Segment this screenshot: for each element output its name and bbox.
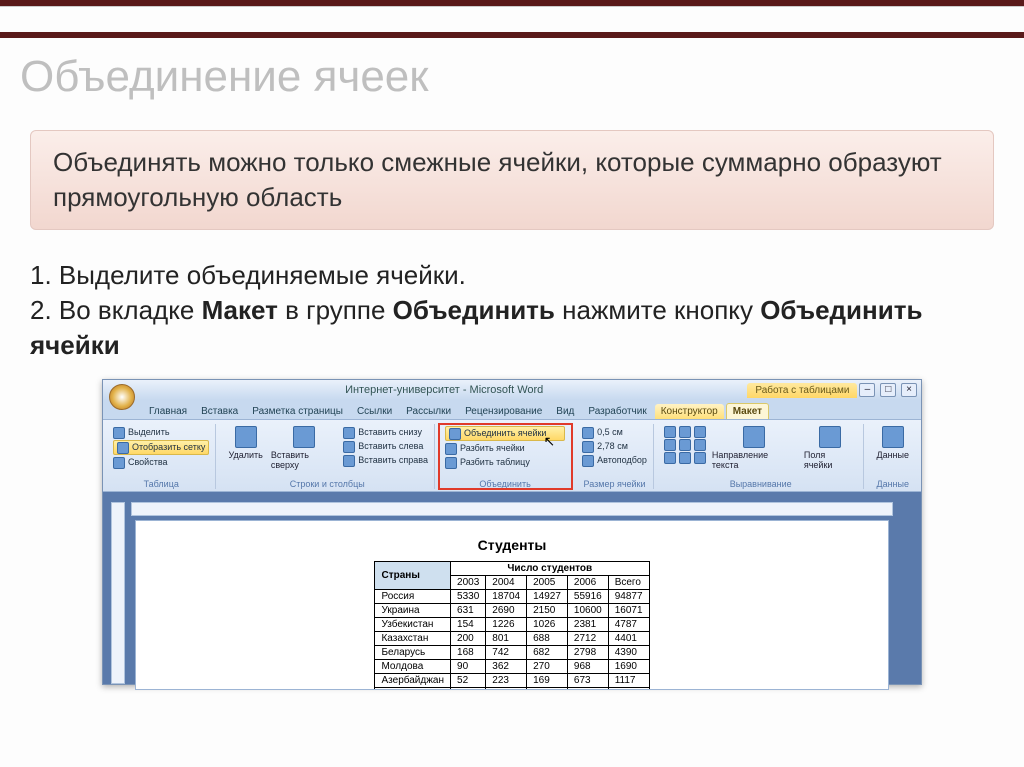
close-icon[interactable]: × bbox=[901, 383, 917, 397]
slide-decoration bbox=[0, 0, 1024, 38]
align-icon[interactable] bbox=[694, 452, 706, 464]
ribbon-tabs: Главная Вставка Разметка страницы Ссылки… bbox=[103, 400, 921, 420]
col-width-input[interactable]: 2,78 см bbox=[582, 440, 647, 453]
group-data: Данные Данные bbox=[868, 424, 917, 489]
row-height-input[interactable]: 0,5 см bbox=[582, 426, 647, 439]
text-direction-button[interactable]: Направление текста bbox=[710, 426, 798, 470]
tab-design[interactable]: Конструктор bbox=[655, 404, 724, 419]
align-icon[interactable] bbox=[664, 452, 676, 464]
titlebar: Интернет-университет - Microsoft Word Ра… bbox=[103, 380, 921, 400]
cell-margins-icon bbox=[819, 426, 841, 448]
tab-insert[interactable]: Вставка bbox=[195, 404, 244, 419]
insert-right-icon bbox=[343, 455, 355, 467]
maximize-icon[interactable]: □ bbox=[880, 383, 896, 397]
info-callout: Объединять можно только смежные ячейки, … bbox=[30, 130, 994, 230]
autofit-icon bbox=[582, 455, 594, 467]
ribbon: Выделить Отобразить сетку Свойства Табли… bbox=[103, 420, 921, 492]
delete-icon bbox=[235, 426, 257, 448]
document-page: Студенты СтраныЧисло студентов2003200420… bbox=[135, 520, 889, 690]
split-cells-button[interactable]: Разбить ячейки bbox=[445, 442, 565, 455]
merge-cells-button[interactable]: Объединить ячейки↖ bbox=[445, 426, 565, 441]
group-label-table: Таблица bbox=[113, 477, 209, 489]
autofit-button[interactable]: Автоподбор bbox=[582, 454, 647, 467]
tab-references[interactable]: Ссылки bbox=[351, 404, 398, 419]
align-icon[interactable] bbox=[694, 439, 706, 451]
text-direction-icon bbox=[743, 426, 765, 448]
insert-left-icon bbox=[343, 441, 355, 453]
split-cells-icon bbox=[445, 443, 457, 455]
tab-view[interactable]: Вид bbox=[550, 404, 580, 419]
step-2: 2. Во вкладке Макет в группе Объединить … bbox=[30, 293, 994, 363]
slide-title: Объединение ячеек bbox=[0, 38, 1024, 110]
tab-layout[interactable]: Макет bbox=[726, 403, 769, 419]
insert-bottom-icon bbox=[343, 427, 355, 439]
vertical-ruler bbox=[111, 502, 125, 684]
merge-cells-icon bbox=[449, 428, 461, 440]
data-button[interactable]: Данные bbox=[874, 426, 911, 460]
select-icon bbox=[113, 427, 125, 439]
group-label-align: Выравнивание bbox=[664, 477, 858, 489]
align-icon[interactable] bbox=[664, 439, 676, 451]
tab-mailings[interactable]: Рассылки bbox=[400, 404, 457, 419]
word-screenshot: Интернет-университет - Microsoft Word Ра… bbox=[102, 379, 922, 685]
align-icon[interactable] bbox=[679, 452, 691, 464]
properties-icon bbox=[113, 457, 125, 469]
instruction-steps: 1. Выделите объединяемые ячейки. 2. Во в… bbox=[0, 240, 1024, 373]
height-icon bbox=[582, 427, 594, 439]
group-label-merge: Объединить bbox=[445, 477, 565, 489]
cell-margins-button[interactable]: Поля ячейки bbox=[802, 426, 858, 470]
insert-right-button[interactable]: Вставить справа bbox=[343, 454, 428, 467]
insert-left-button[interactable]: Вставить слева bbox=[343, 440, 428, 453]
insert-top-icon bbox=[293, 426, 315, 448]
window-title: Интернет-университет - Microsoft Word bbox=[141, 384, 747, 396]
delete-button[interactable]: Удалить bbox=[226, 426, 264, 460]
split-table-button[interactable]: Разбить таблицу bbox=[445, 456, 565, 469]
tab-review[interactable]: Рецензирование bbox=[459, 404, 548, 419]
group-alignment: Направление текста Поля ячейки Выравнива… bbox=[658, 424, 865, 489]
context-tab-title: Работа с таблицами bbox=[747, 383, 857, 398]
group-rows-cols: Удалить Вставить сверху Вставить снизу В… bbox=[220, 424, 435, 489]
document-area: Студенты СтраныЧисло студентов2003200420… bbox=[103, 492, 921, 684]
insert-bottom-button[interactable]: Вставить снизу bbox=[343, 426, 428, 439]
split-table-icon bbox=[445, 457, 457, 469]
step-1: 1. Выделите объединяемые ячейки. bbox=[30, 258, 994, 293]
group-label-data: Данные bbox=[874, 477, 911, 489]
align-icon[interactable] bbox=[664, 426, 676, 438]
insert-top-button[interactable]: Вставить сверху bbox=[269, 426, 339, 470]
align-icon[interactable] bbox=[679, 439, 691, 451]
align-icon[interactable] bbox=[679, 426, 691, 438]
tab-developer[interactable]: Разработчик bbox=[582, 404, 652, 419]
grid-icon bbox=[117, 442, 129, 454]
properties-button[interactable]: Свойства bbox=[113, 456, 209, 469]
table-title: Студенты bbox=[182, 537, 842, 553]
width-icon bbox=[582, 441, 594, 453]
align-icon[interactable] bbox=[694, 426, 706, 438]
select-button[interactable]: Выделить bbox=[113, 426, 209, 439]
students-table[interactable]: СтраныЧисло студентов2003200420052006Все… bbox=[374, 561, 649, 690]
show-grid-button[interactable]: Отобразить сетку bbox=[113, 440, 209, 455]
group-merge: Объединить ячейки↖ Разбить ячейки Разбит… bbox=[439, 424, 572, 489]
group-table: Выделить Отобразить сетку Свойства Табли… bbox=[107, 424, 216, 489]
group-cell-size: 0,5 см 2,78 см Автоподбор Размер ячейки bbox=[576, 424, 654, 489]
group-label-rows-cols: Строки и столбцы bbox=[226, 477, 428, 489]
group-label-size: Размер ячейки bbox=[582, 477, 647, 489]
data-icon bbox=[882, 426, 904, 448]
horizontal-ruler bbox=[131, 502, 893, 516]
minimize-icon[interactable]: – bbox=[859, 383, 875, 397]
tab-home[interactable]: Главная bbox=[143, 404, 193, 419]
tab-page-layout[interactable]: Разметка страницы bbox=[246, 404, 349, 419]
